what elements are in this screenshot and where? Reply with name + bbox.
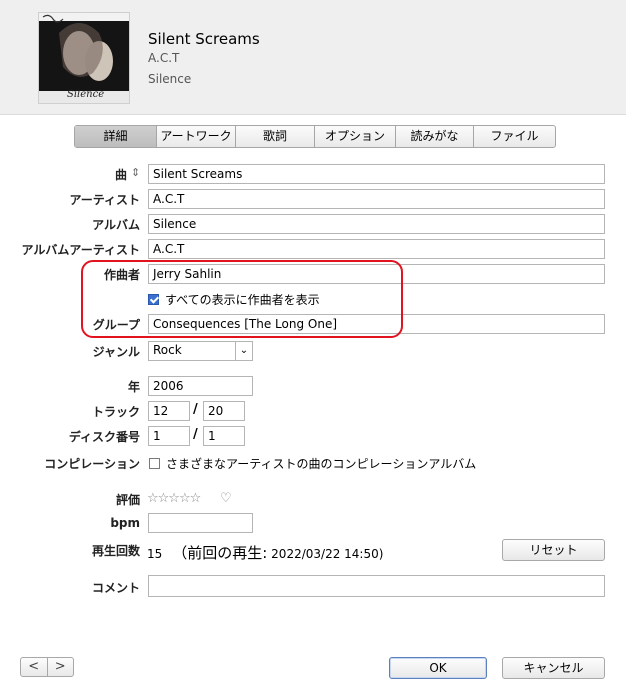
comment-field[interactable] [148, 575, 605, 597]
album-artwork: Silence [38, 12, 130, 104]
previous-track-button[interactable]: < [21, 658, 47, 676]
disc-separator: / [193, 427, 198, 442]
play-count-label: 再生回数 [91, 544, 140, 558]
rating-stars[interactable]: ☆☆☆☆☆ [147, 491, 201, 506]
song-field[interactable]: Silent Screams [148, 164, 605, 184]
tab-artwork[interactable]: アートワーク [156, 126, 235, 147]
play-count-value: 15 [147, 547, 163, 561]
reset-button[interactable]: リセット [502, 539, 605, 561]
song-label: 曲 [114, 168, 127, 182]
disc-number-field[interactable]: 1 [148, 426, 190, 446]
compilation-text: さまざまなアーティストの曲のコンピレーションアルバム [166, 457, 477, 471]
love-heart-icon[interactable]: ♡ [220, 491, 232, 506]
bpm-label: bpm [110, 516, 140, 530]
artist-label: アーティスト [69, 193, 140, 207]
genre-label: ジャンル [92, 345, 140, 359]
year-label: 年 [127, 380, 140, 394]
header-artist: A.C.T [148, 51, 180, 65]
disc-label: ディスク番号 [68, 430, 140, 444]
chevron-down-icon[interactable]: ⌄ [235, 342, 252, 360]
play-count-info: 15 （前回の再生: 2022/03/22 14:50) [147, 542, 383, 563]
last-played-label: （前回の再生: [172, 544, 268, 562]
cancel-button[interactable]: キャンセル [502, 657, 605, 679]
next-track-button[interactable]: > [46, 658, 74, 676]
ok-button[interactable]: OK [389, 657, 487, 679]
track-label: トラック [91, 405, 140, 419]
tab-lyrics[interactable]: 歌詞 [235, 126, 314, 147]
tab-bar: 詳細 アートワーク 歌詞 オプション 読みがな ファイル [74, 125, 556, 148]
track-nav-group: < > [20, 657, 74, 677]
artist-field[interactable]: A.C.T [148, 189, 605, 209]
compilation-label: コンピレーション [44, 457, 140, 471]
year-field[interactable]: 2006 [148, 376, 253, 396]
highlight-annotation [81, 260, 403, 338]
header-title: Silent Screams [148, 30, 260, 48]
genre-value: Rock [153, 343, 182, 357]
artwork-lettering: Silence [67, 89, 105, 100]
disc-count-field[interactable]: 1 [203, 426, 245, 446]
tab-file[interactable]: ファイル [473, 126, 555, 147]
album-artist-label: アルバムアーティスト [21, 243, 140, 257]
bpm-field[interactable] [148, 513, 253, 533]
genre-select[interactable]: Rock ⌄ [148, 341, 253, 361]
album-artist-field[interactable]: A.C.T [148, 239, 605, 259]
album-field[interactable]: Silence [148, 214, 605, 234]
sort-toggle-icon[interactable]: ⇕ [131, 166, 140, 179]
tab-details[interactable]: 詳細 [75, 126, 156, 147]
tab-options[interactable]: オプション [314, 126, 395, 147]
track-separator: / [193, 402, 198, 417]
track-number-field[interactable]: 12 [148, 401, 190, 421]
track-count-field[interactable]: 20 [203, 401, 245, 421]
header-album: Silence [148, 72, 192, 86]
album-label: アルバム [92, 218, 140, 232]
rating-label: 評価 [115, 493, 140, 507]
comment-label: コメント [91, 581, 140, 595]
compilation-checkbox[interactable] [149, 458, 160, 469]
last-played-date: 2022/03/22 14:50) [271, 547, 384, 561]
tab-sorting[interactable]: 読みがな [395, 126, 473, 147]
song-header: Silence Silent Screams A.C.T Silence [0, 0, 626, 115]
